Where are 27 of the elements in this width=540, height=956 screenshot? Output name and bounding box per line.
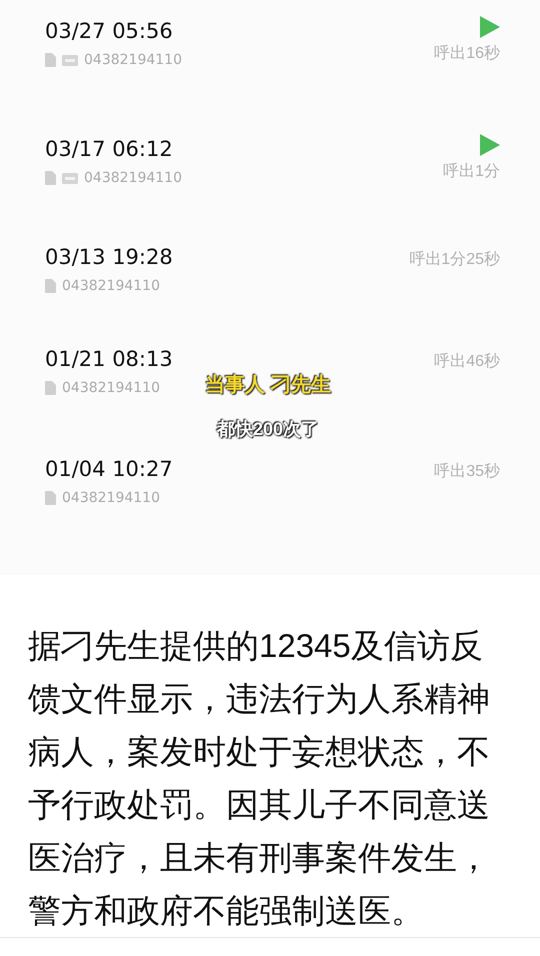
play-icon[interactable] xyxy=(480,16,500,38)
sim-card-icon xyxy=(45,53,56,67)
call-time: 01/21 08:13 xyxy=(45,346,173,373)
call-duration: 呼出16秒 xyxy=(434,44,500,64)
article-paragraph: 据刁先生提供的12345及信访反馈文件显示，违法行为人系精神病人，案发时处于妄想状态，不予行政处罚。因其儿子不同意送医治疗，且未有刑事案件发生，警方和政府不能强制送医。 xyxy=(28,626,491,931)
call-time: 01/04 10:27 xyxy=(45,456,173,483)
call-duration: 呼出46秒 xyxy=(434,352,500,372)
phone-number: 04382194110 xyxy=(84,50,182,70)
call-time: 03/13 19:28 xyxy=(45,244,173,271)
video-caption: 当事人 刁先生 xyxy=(205,373,331,398)
call-duration: 呼出35秒 xyxy=(434,462,500,482)
hd-call-icon xyxy=(62,54,78,66)
call-time: 03/27 05:56 xyxy=(45,18,174,45)
play-icon[interactable] xyxy=(480,134,500,156)
call-time: 03/17 06:12 xyxy=(45,136,174,163)
call-duration: 呼出1分25秒 xyxy=(409,250,500,270)
sim-card-icon xyxy=(45,171,56,185)
phone-number: 04382194110 xyxy=(62,488,160,508)
sim-card-icon xyxy=(45,491,56,505)
phone-number: 04382194110 xyxy=(62,276,160,296)
phone-number: 04382194110 xyxy=(62,378,160,398)
video-caption: 都快200次了 xyxy=(216,418,320,442)
call-duration: 呼出1分 xyxy=(443,162,500,182)
sim-card-icon xyxy=(45,381,56,395)
phone-number: 04382194110 xyxy=(84,168,182,188)
hd-call-icon xyxy=(62,172,78,184)
sim-card-icon xyxy=(45,279,56,293)
